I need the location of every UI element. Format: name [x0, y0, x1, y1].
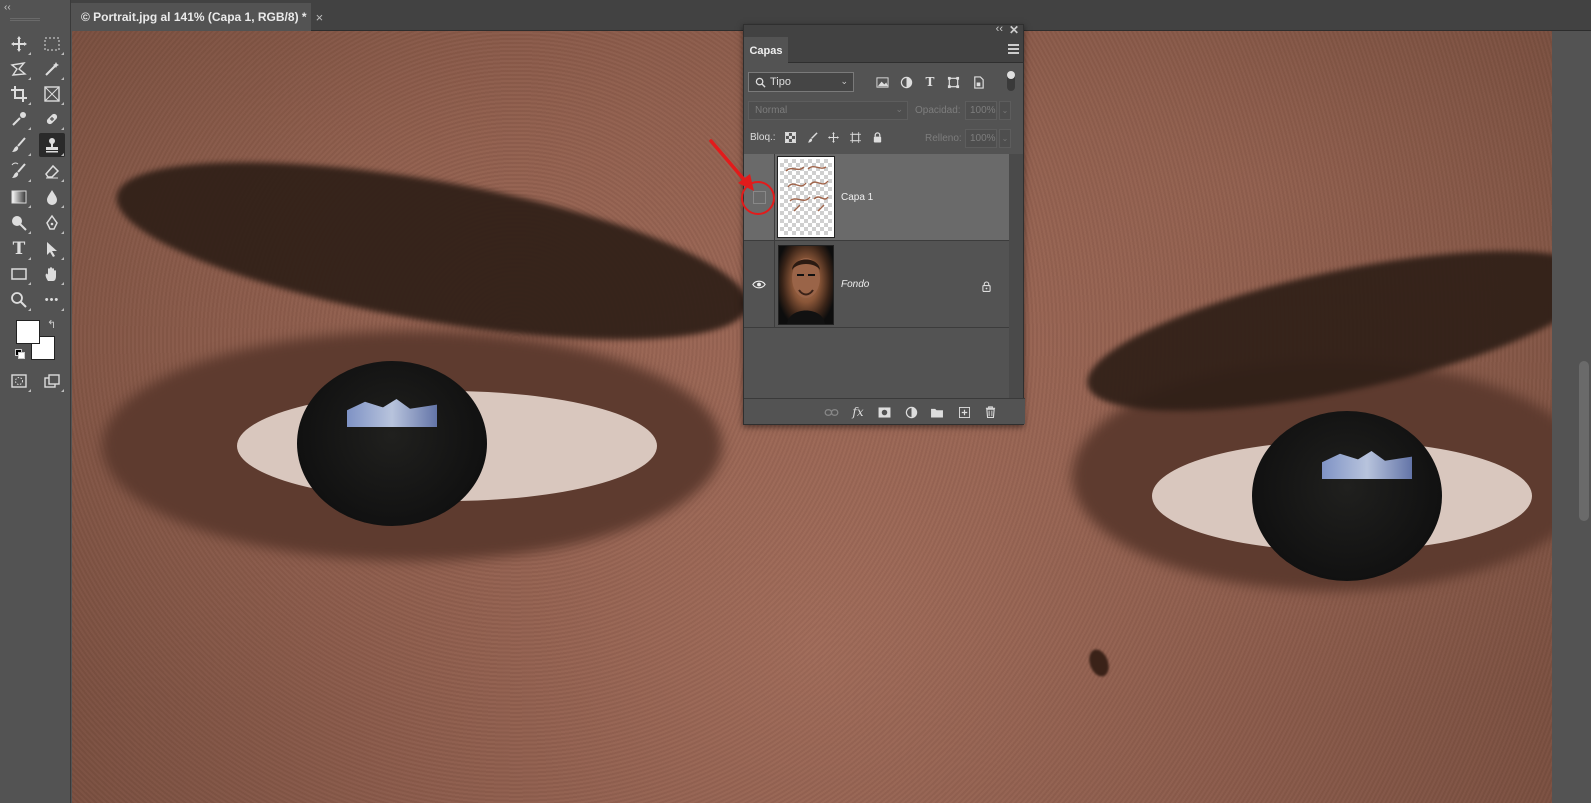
toolbar-grip[interactable]	[10, 18, 40, 21]
layer-name[interactable]: Capa 1	[841, 192, 873, 203]
document-tab-title: © Portrait.jpg al 141% (Capa 1, RGB/8) *	[81, 10, 307, 24]
annotation-circle	[741, 181, 775, 215]
layer-row-capa-1[interactable]: Capa 1	[744, 154, 1009, 241]
tab-layers[interactable]: Capas	[744, 37, 788, 64]
hand-icon[interactable]	[39, 262, 65, 286]
filter-type-icon[interactable]: T	[922, 74, 938, 90]
close-panel-icon[interactable]: ✕	[1009, 23, 1019, 37]
layer-lock-icon[interactable]	[982, 279, 991, 297]
panel-title-bar[interactable]: ‹‹ ✕	[744, 23, 1023, 37]
new-layer-icon[interactable]	[956, 404, 972, 420]
chevron-down-icon: ⌄	[840, 76, 848, 86]
canvas-scrollbar[interactable]	[1577, 31, 1591, 803]
filter-smart-object-icon[interactable]	[970, 74, 986, 90]
history-brush-icon[interactable]	[6, 159, 32, 183]
default-colors-icon[interactable]	[15, 349, 25, 359]
collapse-panel-icon[interactable]: ‹‹	[996, 23, 1003, 35]
opacity-input[interactable]: 100%	[965, 101, 997, 120]
lock-transparent-pixels-icon[interactable]	[783, 130, 797, 144]
delete-layer-icon[interactable]	[982, 404, 998, 420]
filter-pixel-icon[interactable]	[874, 74, 890, 90]
opacity-label: Opacidad:	[915, 105, 961, 116]
opacity-dropdown[interactable]: ⌄	[999, 101, 1011, 120]
add-mask-icon[interactable]	[876, 404, 892, 420]
fill-label: Relleno:	[925, 133, 962, 144]
rectangle-shape-icon[interactable]	[6, 262, 32, 286]
quick-mask-icon[interactable]	[6, 369, 32, 393]
document-tab[interactable]: © Portrait.jpg al 141% (Capa 1, RGB/8) *…	[71, 3, 323, 31]
portrait-thumbnail	[787, 258, 825, 324]
lasso-icon[interactable]	[6, 57, 32, 81]
fx-icon[interactable]: fx	[850, 404, 866, 420]
frame-icon[interactable]	[39, 82, 65, 106]
more-tools-glyph: •••	[44, 294, 60, 306]
crop-icon[interactable]	[6, 82, 32, 106]
close-tab-icon[interactable]: ×	[316, 10, 324, 25]
link-layers-icon[interactable]	[823, 404, 839, 420]
lock-all-icon[interactable]	[870, 130, 884, 144]
gradient-icon[interactable]	[6, 185, 32, 209]
clone-stamp-icon[interactable]	[39, 133, 65, 157]
zoom-icon[interactable]	[6, 288, 32, 312]
new-group-folder-icon[interactable]	[929, 404, 945, 420]
type-icon[interactable]: T	[6, 237, 32, 261]
filter-type-glyph: T	[925, 75, 935, 89]
move-tool-icon[interactable]	[6, 32, 32, 56]
layer-thumbnail-transparent	[777, 156, 835, 238]
fill-input[interactable]: 100%	[965, 129, 997, 148]
dodge-icon[interactable]	[6, 211, 32, 235]
blend-mode-select[interactable]: Normal ⌄	[748, 101, 908, 120]
fill-dropdown[interactable]: ⌄	[999, 129, 1011, 148]
more-tools-icon[interactable]: •••	[39, 288, 65, 312]
foreground-color-swatch[interactable]	[16, 320, 40, 344]
lock-artboard-icon[interactable]	[848, 130, 862, 144]
panel-menu-icon[interactable]	[1008, 44, 1019, 54]
filter-adjustment-icon[interactable]	[898, 74, 914, 90]
visibility-toggle[interactable]	[744, 241, 775, 327]
layers-scrollbar[interactable]	[1009, 154, 1023, 399]
layer-name[interactable]: Fondo	[841, 279, 869, 290]
collapse-toolbar-icon[interactable]: ‹‹	[4, 2, 11, 13]
layers-panel: ‹‹ ✕ Capas Tipo ⌄ T Normal ⌄ Opacidad: 1…	[743, 23, 1025, 425]
layer-thumbnail-photo	[778, 245, 834, 325]
pen-icon[interactable]	[39, 211, 65, 235]
rectangular-marquee-icon[interactable]	[39, 32, 65, 56]
brush-icon[interactable]	[6, 133, 32, 157]
panel-tab-bar: Capas	[744, 37, 1023, 64]
canvas-scroll-thumb[interactable]	[1579, 361, 1589, 521]
layers-panel-footer: fx	[744, 398, 1025, 424]
layer-filter-select[interactable]: Tipo ⌄	[748, 72, 854, 92]
screen-mode-icon[interactable]	[39, 369, 65, 393]
lock-image-pixels-icon[interactable]	[805, 130, 819, 144]
left-iris	[297, 361, 487, 526]
magic-wand-icon[interactable]	[39, 57, 65, 81]
lock-position-icon[interactable]	[826, 130, 840, 144]
eraser-icon[interactable]	[39, 159, 65, 183]
right-iris	[1252, 411, 1442, 581]
new-adjustment-layer-icon[interactable]	[903, 404, 919, 420]
blur-icon[interactable]	[39, 185, 65, 209]
eyedropper-icon[interactable]	[6, 107, 32, 131]
chevron-down-icon: ⌄	[895, 104, 903, 114]
type-glyph: T	[12, 239, 26, 259]
search-icon	[755, 77, 766, 88]
eye-icon	[752, 280, 766, 288]
layer-row-fondo[interactable]: Fondo	[744, 241, 1009, 328]
swap-colors-icon[interactable]: ↰	[47, 318, 56, 331]
filter-shape-icon[interactable]	[945, 74, 961, 90]
filter-toggle[interactable]	[1007, 71, 1015, 91]
path-selection-icon[interactable]	[39, 237, 65, 261]
healing-brush-icon[interactable]	[39, 107, 65, 131]
blend-mode-value: Normal	[755, 105, 788, 116]
photoshop-window: © Portrait.jpg al 141% (Capa 1, RGB/8) *…	[0, 0, 1591, 803]
layer-filter-value: Tipo	[770, 76, 791, 88]
tools-panel: ‹‹ T ••• ↰	[0, 0, 71, 803]
layer-stroke-preview	[785, 166, 829, 212]
